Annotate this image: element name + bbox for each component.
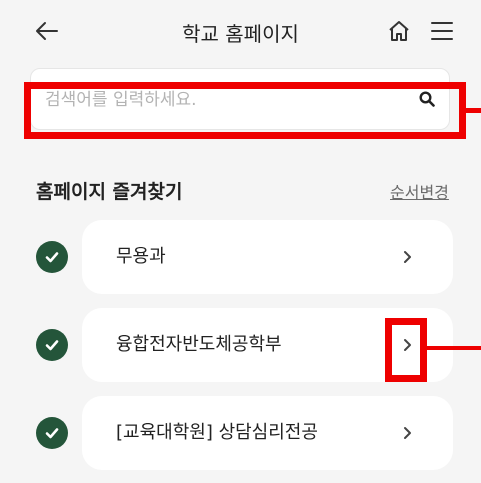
favorite-item[interactable]: [교육대학원] 상담심리전공 [82,396,453,470]
favorite-item-label: [교육대학원] 상담심리전공 [116,422,318,443]
check-icon [45,428,59,439]
home-button[interactable] [384,16,414,46]
favorites-title: 홈페이지 즐겨찾기 [36,181,183,203]
favorite-checkbox[interactable] [36,417,68,449]
search-highlight-box [24,82,466,139]
home-icon [389,21,409,41]
menu-button[interactable] [427,16,457,46]
favorite-checkbox[interactable] [36,329,68,361]
favorite-item-label: 융합전자반도체공학부 [116,334,282,355]
favorite-checkbox[interactable] [36,241,68,273]
hamburger-menu-icon [431,22,453,40]
chevron-right-icon[interactable] [398,423,418,443]
chevron-highlight-connector [427,346,481,350]
app-header: 학교 홈페이지 [0,0,481,62]
check-icon [45,340,59,351]
chevron-right-icon[interactable] [398,247,418,267]
chevron-highlight-box [385,318,427,382]
favorite-item-label: 무용과 [116,246,166,267]
reorder-link[interactable]: 순서변경 [390,179,449,203]
search-highlight-connector [466,108,481,113]
check-icon [45,252,59,263]
favorite-item[interactable]: 무용과 [82,220,453,294]
